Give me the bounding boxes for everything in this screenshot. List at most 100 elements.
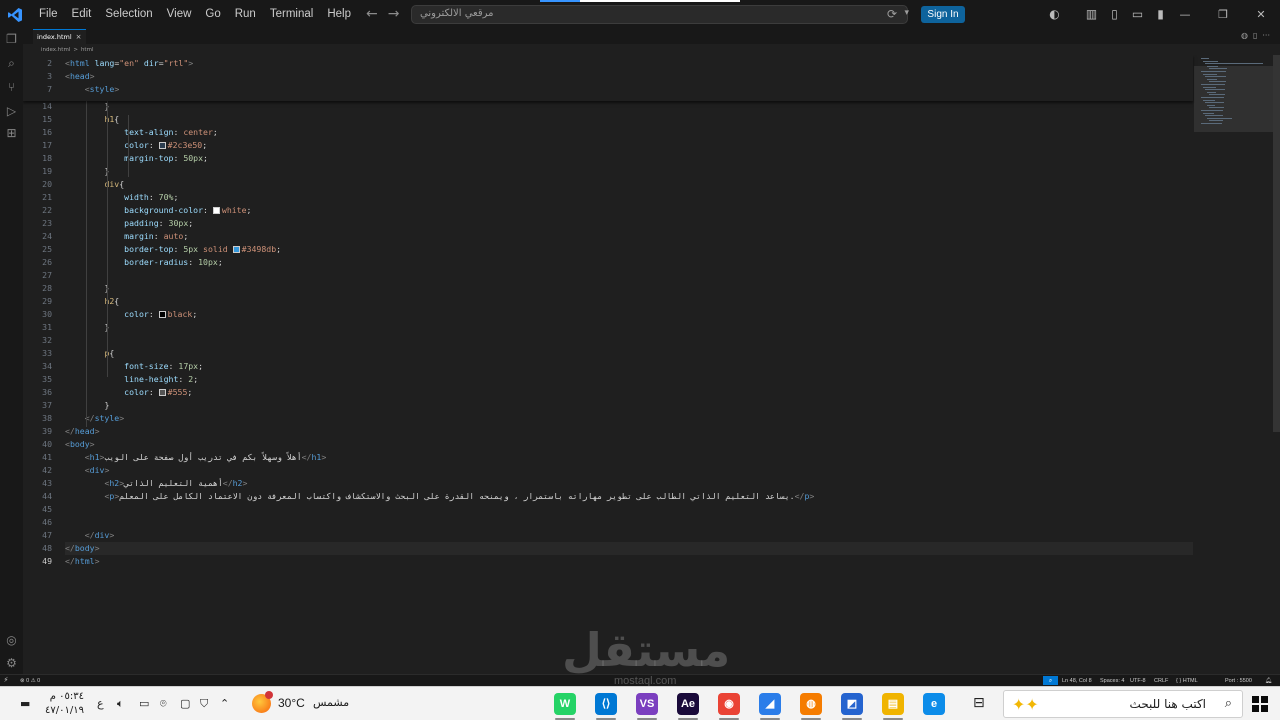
indentation-status[interactable]: Spaces: 4 (1100, 676, 1124, 686)
code-line[interactable]: 26 border-radius: 10px; (23, 256, 1193, 269)
restore-icon[interactable]: ❐ (1204, 0, 1242, 29)
code-line[interactable]: 7 <style> (23, 83, 1193, 96)
eol-status[interactable]: CRLF (1154, 676, 1168, 686)
minimap[interactable] (1195, 55, 1273, 135)
command-center[interactable]: مرقعي الالكتروني ⟳ ▾ (411, 5, 909, 24)
chevron-down-icon[interactable]: ▾ (904, 8, 909, 18)
customize-layout-icon[interactable]: ▥ (1084, 7, 1099, 21)
menu-go[interactable]: Go (198, 0, 227, 29)
system-clock[interactable]: ٠٥:٣٤ م ٤٧/٠١/١٩ (40, 690, 84, 718)
toggle-panel-icon[interactable]: ▭ (1130, 7, 1145, 21)
input-language[interactable]: ع (97, 697, 104, 710)
sticky-scroll[interactable]: 2 <html lang="en" dir="rtl"> 3 <head> 7 <sty… (23, 55, 1193, 101)
code-line[interactable]: 23 padding: 30px; (23, 217, 1193, 230)
settings-gear-icon[interactable]: ⚙ (4, 656, 19, 671)
code-line[interactable]: 20 div{ (23, 178, 1193, 191)
network-icon[interactable]: ⌾ (160, 697, 167, 711)
code-line[interactable]: 42 <div> (23, 464, 1193, 477)
task-view-icon[interactable]: ⊟ (973, 695, 985, 711)
code-line[interactable]: 32 (23, 334, 1193, 347)
notifications-bell-icon[interactable]: 🔔︎ (1265, 676, 1272, 686)
breadcrumb-symbol[interactable]: html (81, 47, 94, 53)
security-shield-icon[interactable]: ⛉ (200, 697, 208, 711)
code-line[interactable]: 35 line-height: 2; (23, 373, 1193, 386)
taskbar-app-icon[interactable]: ⟨⟩ (595, 693, 617, 715)
forward-arrow-icon[interactable]: → (388, 5, 400, 23)
code-line[interactable]: 41 <h1>أهلاً وسهلاً بكم في تدريب أول صفح… (23, 451, 1193, 464)
close-tab-icon[interactable]: × (76, 33, 82, 41)
code-line[interactable]: 17 color: #2c3e50; (23, 139, 1193, 152)
volume-icon[interactable]: 🔈︎ (117, 697, 124, 711)
breadcrumb-file[interactable]: index.html (41, 47, 70, 53)
copilot-icon[interactable]: ⟳ (887, 7, 897, 21)
cursor-position[interactable]: Ln 48, Col 8 (1062, 676, 1092, 686)
code-line[interactable]: 3 <head> (23, 70, 1193, 83)
back-arrow-icon[interactable]: ← (366, 5, 378, 23)
encoding-status[interactable]: UTF-8 (1130, 676, 1146, 686)
account-icon[interactable]: ◎ (4, 633, 19, 648)
code-line[interactable]: 45 (23, 503, 1193, 516)
code-line[interactable]: 24 margin: auto; (23, 230, 1193, 243)
battery-icon[interactable]: ▭ (139, 697, 149, 710)
explorer-icon[interactable]: ❐ (4, 32, 19, 47)
code-line[interactable]: 18 margin-top: 50px; (23, 152, 1193, 165)
source-control-icon[interactable]: ⑂ (4, 80, 19, 95)
code-line[interactable]: 39 </head> (23, 425, 1193, 438)
code-line[interactable]: 43 <h2>أهمية التعليم الذاتي</h2> (23, 477, 1193, 490)
show-hidden-icons-chevron-icon[interactable]: ⌃ (220, 697, 229, 710)
vscode-logo-icon[interactable] (7, 7, 23, 23)
accounts-icon[interactable]: ◐ (1047, 7, 1062, 21)
taskbar-app-icon[interactable]: ◉ (718, 693, 740, 715)
taskbar-app-icon[interactable]: e (923, 693, 945, 715)
code-line[interactable]: 27 (23, 269, 1193, 282)
language-mode[interactable]: { } HTML (1176, 676, 1198, 686)
code-line[interactable]: 40 <body> (23, 438, 1193, 451)
more-actions-icon[interactable]: ··· (1262, 31, 1270, 40)
extensions-icon[interactable]: ⊞ (4, 126, 19, 141)
code-line[interactable]: 15 h1{ (23, 113, 1193, 126)
code-line[interactable]: 22 background-color: white; (23, 204, 1193, 217)
code-line[interactable]: 31 } (23, 321, 1193, 334)
tab-index-html[interactable]: index.html × (33, 29, 86, 44)
menu-selection[interactable]: Selection (98, 0, 159, 29)
code-line[interactable]: 2 <html lang="en" dir="rtl"> (23, 57, 1193, 70)
code-line[interactable]: 14 } (23, 100, 1193, 113)
code-line[interactable]: 30 color: black; (23, 308, 1193, 321)
code-line[interactable]: 38 </style> (23, 412, 1193, 425)
code-line[interactable]: 37 } (23, 399, 1193, 412)
code-line[interactable]: 48 </body> (23, 542, 1193, 555)
code-line[interactable]: 28 } (23, 282, 1193, 295)
code-line[interactable]: 21 width: 70%; (23, 191, 1193, 204)
zoom-icon[interactable]: ⌕ (1043, 676, 1058, 685)
windows-start-icon[interactable] (1252, 696, 1268, 712)
code-line[interactable]: 25 border-top: 5px solid #3498db; (23, 243, 1193, 256)
run-debug-icon[interactable]: ▷ (4, 104, 19, 119)
vertical-scrollbar[interactable] (1273, 55, 1280, 432)
code-line[interactable]: 16 text-align: center; (23, 126, 1193, 139)
code-editor[interactable]: 14 }15 h1{16 text-align: center;17 color… (23, 55, 1280, 674)
sign-in-button[interactable]: Sign In (921, 6, 965, 23)
code-line[interactable]: 19 } (23, 165, 1193, 178)
menu-view[interactable]: View (160, 0, 199, 29)
taskbar-app-icon[interactable]: ▤ (882, 693, 904, 715)
weather-condition[interactable]: مشمس (313, 696, 349, 709)
toggle-sidebar-icon[interactable]: ▯ (1107, 7, 1122, 21)
taskbar-app-icon[interactable]: ◢ (759, 693, 781, 715)
taskbar-app-icon[interactable]: W (554, 693, 576, 715)
minimize-icon[interactable]: — (1166, 0, 1204, 29)
problems-status[interactable]: ⊗ 0 ⚠ 0 (20, 676, 40, 686)
code-line[interactable]: 29 h2{ (23, 295, 1193, 308)
code-line[interactable]: 47 </div> (23, 529, 1193, 542)
taskbar-app-icon[interactable]: Ae (677, 693, 699, 715)
code-line[interactable]: 49 </html> (23, 555, 1193, 568)
taskbar-app-icon[interactable]: VS (636, 693, 658, 715)
taskbar-search-box[interactable]: ✦✦ اكتب هنا للبحث ⌕ (1003, 690, 1243, 718)
code-line[interactable]: 34 font-size: 17px; (23, 360, 1193, 373)
remote-indicator-icon[interactable]: ⚡ (0, 675, 12, 686)
split-editor-icon[interactable]: ▯ (1253, 31, 1257, 40)
weather-temperature[interactable]: 30°C (278, 696, 305, 710)
open-changes-icon[interactable]: ◍ (1241, 31, 1248, 40)
menu-help[interactable]: Help (320, 0, 358, 29)
menu-file[interactable]: File (32, 0, 65, 29)
search-icon[interactable]: ⌕ (4, 56, 19, 71)
